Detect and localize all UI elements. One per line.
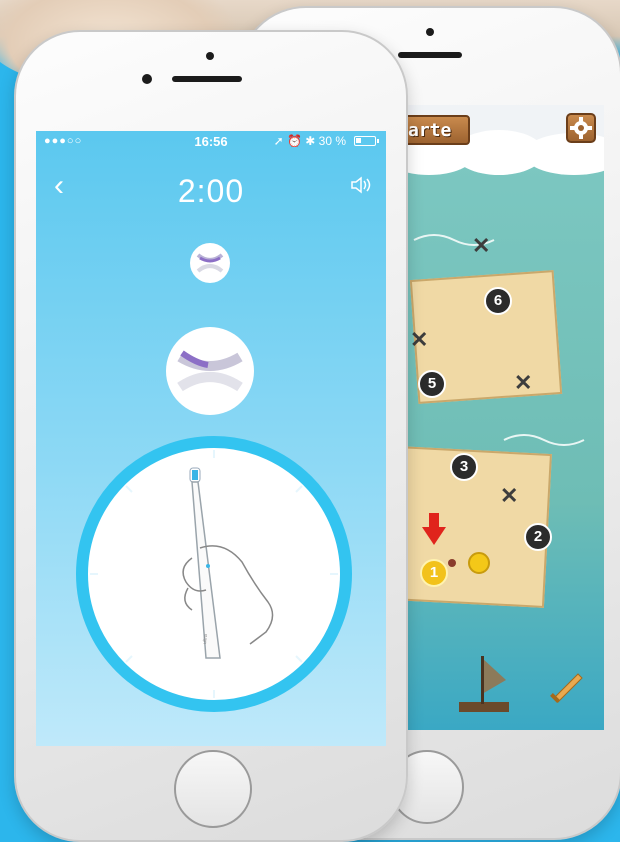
teeth-zone-large-icon <box>177 350 243 392</box>
level-badge-current[interactable]: 1 <box>420 559 448 587</box>
status-bar: ●●●○○ 16:56 ➚ ⏰ ✱ 30 % <box>36 131 386 151</box>
sea-background <box>404 160 604 730</box>
next-zone-indicator <box>190 243 230 283</box>
path-dot <box>448 559 456 567</box>
status-icons: ➚ ⏰ ✱ 30 % <box>273 134 346 148</box>
settings-button[interactable] <box>566 113 596 143</box>
map-title-sign[interactable]: arte <box>404 115 470 145</box>
front-phone: ●●●○○ 16:56 ➚ ⏰ ✱ 30 % ‹ 2:00 ultra <box>14 30 408 842</box>
level-badge[interactable]: 5 <box>418 370 446 398</box>
game-screen: arte ✕ ✕ ✕ ✕ 6 5 3 2 1 <box>404 105 604 730</box>
battery-icon <box>354 136 379 146</box>
teeth-zone-small-icon <box>196 253 224 273</box>
gear-icon <box>570 117 592 139</box>
earpiece-speaker <box>172 76 242 82</box>
toothbrush-hand-illustration: ultra <box>90 450 338 698</box>
toothbrush-brand-label: ultra <box>202 634 209 645</box>
earpiece-speaker <box>398 52 462 58</box>
current-zone-indicator <box>166 327 254 415</box>
sea-waves <box>408 234 585 591</box>
x-mark-icon: ✕ <box>472 233 491 258</box>
red-arrow-down-icon <box>422 527 446 545</box>
x-mark-icon: ✕ <box>500 483 519 508</box>
proximity-sensor-dot <box>206 52 214 60</box>
front-camera-dot <box>426 28 434 36</box>
battery-level <box>356 138 361 143</box>
level-badge[interactable]: 6 <box>484 287 512 315</box>
front-camera-dot <box>142 74 152 84</box>
level-badge[interactable]: 3 <box>450 453 478 481</box>
sword-icon[interactable] <box>544 670 584 710</box>
sound-toggle-button[interactable] <box>350 175 372 200</box>
raft-boat-icon[interactable] <box>454 650 514 720</box>
brushing-progress-dial: ultra <box>76 436 352 712</box>
timer-display: 2:00 <box>177 173 245 209</box>
current-level-arrow-stem <box>429 513 439 527</box>
speaker-icon <box>351 176 371 194</box>
brushing-timer-screen: ●●●○○ 16:56 ➚ ⏰ ✱ 30 % ‹ 2:00 ultra <box>36 131 386 746</box>
home-button[interactable] <box>174 750 252 828</box>
x-mark-icon: ✕ <box>410 327 429 352</box>
level-badge[interactable]: 2 <box>524 523 552 551</box>
x-mark-icon: ✕ <box>514 370 533 395</box>
coin-icon <box>468 552 490 574</box>
